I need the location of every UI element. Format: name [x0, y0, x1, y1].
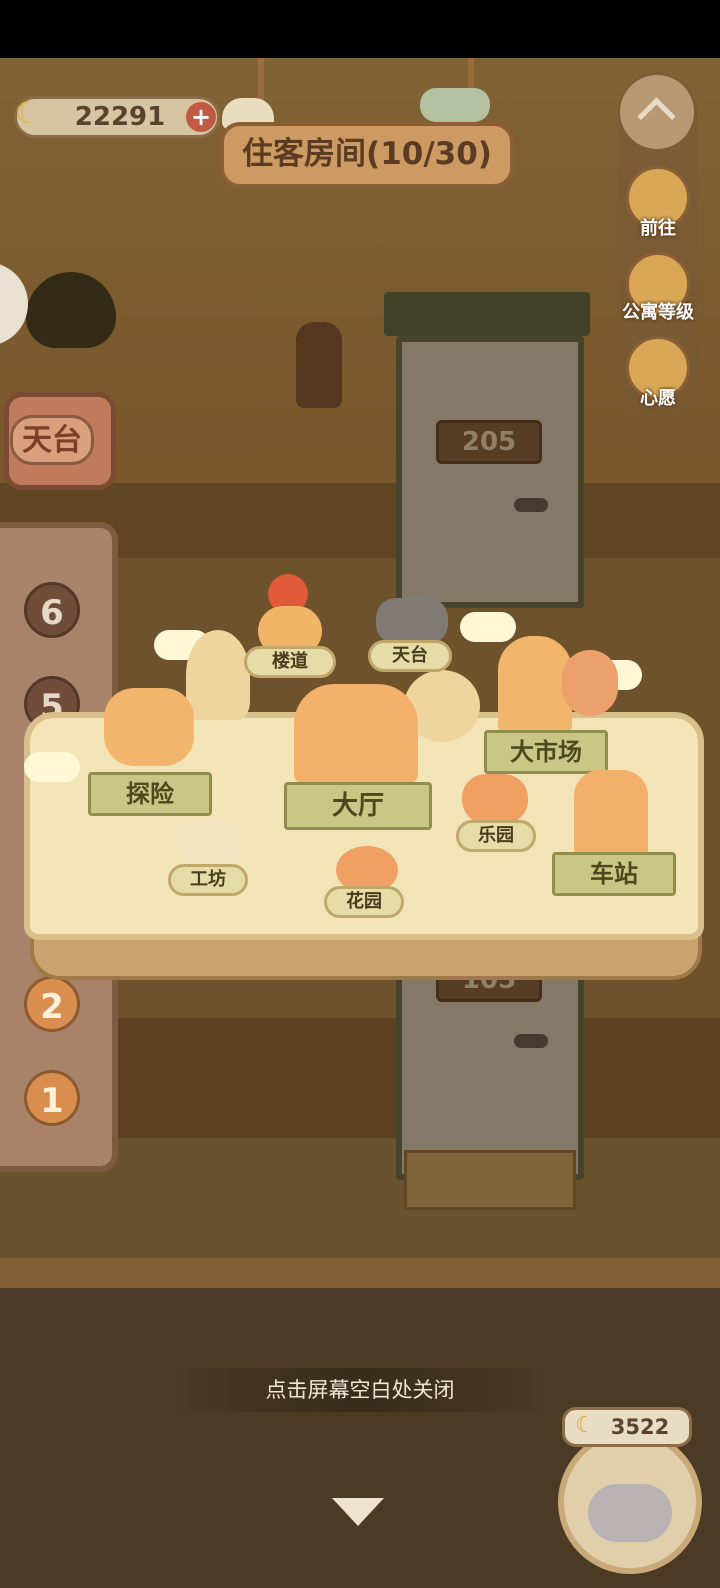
hall-building-icon — [294, 684, 418, 784]
cloud-icon — [24, 752, 80, 782]
map-label-hallway[interactable]: 楼道 — [244, 646, 336, 678]
floor-2-button[interactable]: 2 — [24, 976, 80, 1032]
status-bar-area — [0, 0, 720, 58]
lock-icon — [376, 598, 448, 644]
map-label-park[interactable]: 乐园 — [456, 820, 536, 852]
add-banana-button[interactable]: + — [186, 102, 216, 132]
map-label-explore[interactable]: 探险 — [88, 772, 212, 816]
workshop-tools-icon — [178, 822, 240, 864]
collapse-button[interactable] — [620, 75, 694, 149]
chevron-up-icon — [637, 97, 676, 136]
page-title: 住客房间(10/30) — [242, 136, 492, 172]
goto-label: 前往 — [640, 218, 676, 239]
apartment-level-label: 公寓等级 — [622, 302, 694, 323]
market-building-icon — [498, 636, 572, 732]
balloon-icon — [562, 650, 618, 716]
map-label-rooftop[interactable]: 天台 — [368, 640, 452, 672]
chevron-down-icon[interactable] — [332, 1498, 384, 1526]
explore-building-icon — [104, 688, 194, 766]
birds-icon — [420, 88, 490, 122]
pig-icon — [588, 1484, 672, 1542]
close-hint: 点击屏幕空白处关闭 — [170, 1368, 550, 1412]
floor-6-button[interactable]: 6 — [24, 582, 80, 638]
banana-icon: ☾ — [575, 1413, 595, 1438]
station-building-icon — [574, 770, 648, 860]
banana-icon: ☾ — [14, 96, 42, 131]
map-label-market[interactable]: 大市场 — [484, 730, 608, 774]
floor-1-button[interactable]: 1 — [24, 1070, 80, 1126]
map-label-garden[interactable]: 花园 — [324, 886, 404, 918]
wish-label: 心愿 — [640, 388, 676, 409]
map-label-station[interactable]: 车站 — [552, 852, 676, 896]
map-label-hall[interactable]: 大厅 — [284, 782, 432, 830]
cloud-icon — [460, 612, 516, 642]
banana-count: 22291 — [74, 102, 166, 132]
park-cat-icon — [462, 774, 528, 824]
rooftop-label: 天台 — [10, 415, 94, 465]
map-label-workshop[interactable]: 工坊 — [168, 864, 248, 896]
coin-count: 3522 — [610, 1415, 670, 1439]
tree-icon — [186, 630, 250, 720]
